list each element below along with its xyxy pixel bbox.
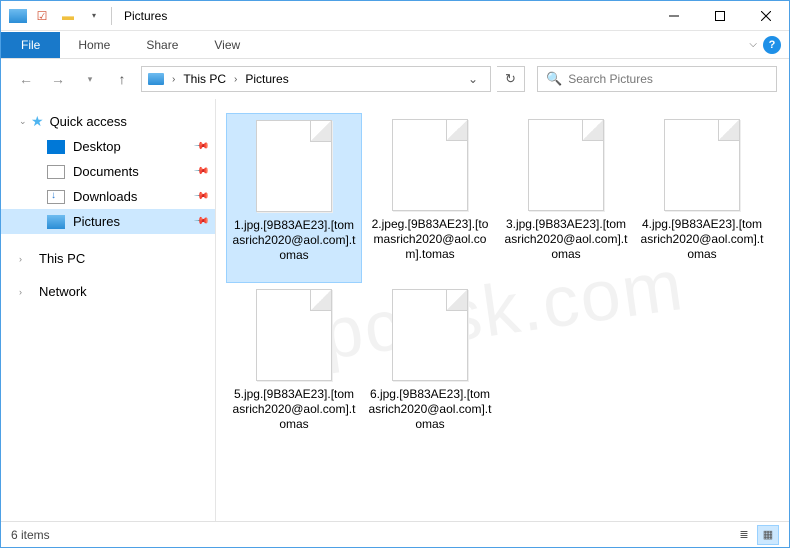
- file-thumbnail: [256, 289, 332, 381]
- sidebar-item-label: Pictures: [73, 214, 120, 229]
- sidebar-item-downloads[interactable]: Downloads 📌: [1, 184, 215, 209]
- this-pc-label: This PC: [39, 251, 85, 266]
- pin-icon: 📌: [192, 213, 209, 230]
- search-placeholder: Search Pictures: [568, 72, 653, 86]
- file-name: 5.jpg.[9B83AE23].[tomasrich2020@aol.com]…: [228, 387, 360, 432]
- expand-icon[interactable]: ›: [19, 254, 31, 264]
- sidebar-item-label: Documents: [73, 164, 139, 179]
- location-icon: [148, 73, 164, 85]
- file-item[interactable]: 1.jpg.[9B83AE23].[tomasrich2020@aol.com]…: [226, 113, 362, 283]
- sidebar-item-label: Downloads: [73, 189, 137, 204]
- title-bar: ☑ ▬ ▾ Pictures: [1, 1, 789, 31]
- file-thumbnail: [256, 120, 332, 212]
- file-item[interactable]: 5.jpg.[9B83AE23].[tomasrich2020@aol.com]…: [226, 283, 362, 453]
- network-label: Network: [39, 284, 87, 299]
- search-input[interactable]: 🔍 Search Pictures: [537, 66, 777, 92]
- recent-locations-icon[interactable]: ▾: [77, 66, 103, 92]
- collapse-ribbon-icon[interactable]: ⌵: [749, 39, 757, 50]
- maximize-button[interactable]: [697, 1, 743, 31]
- window-title: Pictures: [124, 9, 167, 23]
- ribbon-help: ⌵ ?: [749, 36, 781, 54]
- address-bar: ← → ▾ ↑ › This PC › Pictures ⌄ ↻ 🔍 Searc…: [1, 59, 789, 99]
- qat-dropdown-icon[interactable]: ▾: [83, 5, 105, 27]
- file-tab[interactable]: File: [1, 32, 60, 58]
- crumb-chevron-icon[interactable]: ›: [170, 74, 177, 85]
- breadcrumb[interactable]: › This PC › Pictures ⌄: [141, 66, 491, 92]
- navigation-pane: ⌄ ★ Quick access Desktop📌Documents📌Downl…: [1, 99, 216, 521]
- close-button[interactable]: [743, 1, 789, 31]
- file-thumbnail: [528, 119, 604, 211]
- down-icon: [47, 190, 65, 204]
- network[interactable]: › Network: [1, 279, 215, 304]
- tab-view[interactable]: View: [196, 32, 258, 58]
- file-list[interactable]: pcrisk.com 1.jpg.[9B83AE23].[tomasrich20…: [216, 99, 789, 521]
- quick-access-label: Quick access: [50, 114, 127, 129]
- thumbnails-view-button[interactable]: ▦: [757, 525, 779, 545]
- sidebar-item-label: Desktop: [73, 139, 121, 154]
- crumb-pictures[interactable]: Pictures: [241, 69, 292, 89]
- crumb-chevron-icon[interactable]: ›: [232, 74, 239, 85]
- back-button[interactable]: ←: [13, 66, 39, 92]
- docs-icon: [47, 165, 65, 179]
- file-item[interactable]: 4.jpg.[9B83AE23].[tomasrich2020@aol.com]…: [634, 113, 770, 283]
- pin-icon: 📌: [192, 138, 209, 155]
- file-thumbnail: [664, 119, 740, 211]
- sidebar-item-documents[interactable]: Documents 📌: [1, 159, 215, 184]
- sidebar-item-pictures[interactable]: Pictures 📌: [1, 209, 215, 234]
- up-button[interactable]: ↑: [109, 66, 135, 92]
- quick-access-toolbar: ☑ ▬ ▾: [9, 5, 105, 27]
- search-icon: 🔍: [546, 71, 562, 87]
- file-name: 4.jpg.[9B83AE23].[tomasrich2020@aol.com]…: [636, 217, 768, 262]
- properties-icon[interactable]: ☑: [31, 5, 53, 27]
- separator: [111, 7, 112, 25]
- file-name: 6.jpg.[9B83AE23].[tomasrich2020@aol.com]…: [364, 387, 496, 432]
- file-thumbnail: [392, 289, 468, 381]
- refresh-button[interactable]: ↻: [497, 66, 525, 92]
- app-icon: [9, 9, 27, 23]
- crumb-this-pc[interactable]: This PC: [179, 69, 230, 89]
- pin-icon: 📌: [192, 163, 209, 180]
- file-name: 2.jpeg.[9B83AE23].[tomasrich2020@aol.com…: [364, 217, 496, 262]
- window-controls: [651, 1, 789, 31]
- quick-access-header[interactable]: ⌄ ★ Quick access: [1, 109, 215, 134]
- minimize-button[interactable]: [651, 1, 697, 31]
- pin-icon: 📌: [192, 188, 209, 205]
- this-pc[interactable]: › This PC: [1, 246, 215, 271]
- file-name: 3.jpg.[9B83AE23].[tomasrich2020@aol.com]…: [500, 217, 632, 262]
- address-dropdown-icon[interactable]: ⌄: [462, 72, 484, 86]
- file-item[interactable]: 2.jpeg.[9B83AE23].[tomasrich2020@aol.com…: [362, 113, 498, 283]
- file-name: 1.jpg.[9B83AE23].[tomasrich2020@aol.com]…: [229, 218, 359, 263]
- star-icon: ★: [31, 113, 44, 130]
- file-item[interactable]: 3.jpg.[9B83AE23].[tomasrich2020@aol.com]…: [498, 113, 634, 283]
- ribbon: File Home Share View ⌵ ?: [1, 31, 789, 59]
- expand-icon[interactable]: ›: [19, 287, 31, 297]
- item-count: 6 items: [11, 528, 50, 542]
- pics-icon: [47, 215, 65, 229]
- desktop-icon: [47, 140, 65, 154]
- sidebar-item-desktop[interactable]: Desktop 📌: [1, 134, 215, 159]
- expand-icon[interactable]: ⌄: [19, 116, 31, 127]
- file-thumbnail: [392, 119, 468, 211]
- forward-button[interactable]: →: [45, 66, 71, 92]
- status-bar: 6 items ≣ ▦: [1, 521, 789, 547]
- help-icon[interactable]: ?: [763, 36, 781, 54]
- tab-share[interactable]: Share: [128, 32, 196, 58]
- new-folder-icon[interactable]: ▬: [57, 5, 79, 27]
- tab-home[interactable]: Home: [60, 32, 128, 58]
- file-item[interactable]: 6.jpg.[9B83AE23].[tomasrich2020@aol.com]…: [362, 283, 498, 453]
- details-view-button[interactable]: ≣: [733, 525, 755, 545]
